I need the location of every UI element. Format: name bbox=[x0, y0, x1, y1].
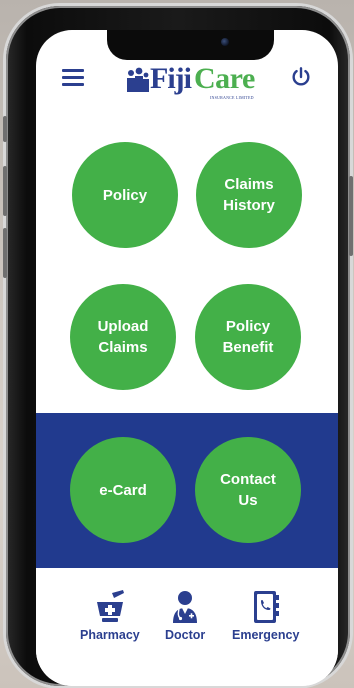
fijicare-logo: Fiji Care INSURANCE LIMITED bbox=[124, 62, 274, 108]
nav-emergency-label: Emergency bbox=[232, 628, 300, 642]
e-card-button[interactable]: e-Card bbox=[70, 437, 176, 543]
front-camera bbox=[221, 38, 229, 46]
contact-us-label: Contact Us bbox=[220, 471, 276, 509]
bottom-nav: Pharmacy Doctor Emergency bbox=[36, 568, 338, 686]
nav-doctor[interactable]: Doctor bbox=[165, 590, 205, 642]
nav-doctor-label: Doctor bbox=[165, 628, 206, 642]
e-card-label: e-Card bbox=[99, 481, 147, 499]
policy-benefit-label: Policy Benefit bbox=[222, 318, 274, 356]
logo-word-fiji: Fiji bbox=[150, 62, 192, 95]
policy-label: Policy bbox=[102, 186, 148, 204]
claims-history-button[interactable]: Claims History bbox=[196, 142, 302, 248]
logo-word-care: Care bbox=[194, 62, 255, 95]
power-icon[interactable] bbox=[290, 66, 312, 88]
policy-benefit-button[interactable]: Policy Benefit bbox=[195, 284, 301, 390]
notch bbox=[107, 30, 274, 60]
contact-us-button[interactable]: Contact Us bbox=[195, 437, 301, 543]
logo-tagline: INSURANCE LIMITED bbox=[210, 95, 254, 100]
mortar-pestle-icon bbox=[96, 590, 124, 622]
nav-emergency[interactable]: Emergency bbox=[232, 590, 299, 642]
upload-claims-label: Upload Claims bbox=[97, 318, 149, 356]
upload-claims-button[interactable]: Upload Claims bbox=[70, 284, 176, 390]
mute-switch bbox=[3, 116, 7, 142]
phone-book-icon bbox=[253, 591, 279, 623]
nav-pharmacy-label: Pharmacy bbox=[80, 628, 140, 642]
hamburger-menu-icon[interactable] bbox=[62, 69, 84, 86]
claims-history-label: Claims History bbox=[223, 176, 275, 214]
volume-up-button bbox=[3, 166, 7, 216]
volume-down-button bbox=[3, 228, 7, 278]
side-button bbox=[349, 176, 353, 256]
app-screen: Fiji Care INSURANCE LIMITED Policy Claim… bbox=[36, 30, 338, 686]
nav-pharmacy[interactable]: Pharmacy bbox=[80, 590, 140, 642]
doctor-icon bbox=[173, 591, 198, 623]
phone-frame: Fiji Care INSURANCE LIMITED Policy Claim… bbox=[3, 6, 353, 686]
family-logo-icon bbox=[127, 67, 149, 92]
policy-button[interactable]: Policy bbox=[72, 142, 178, 248]
